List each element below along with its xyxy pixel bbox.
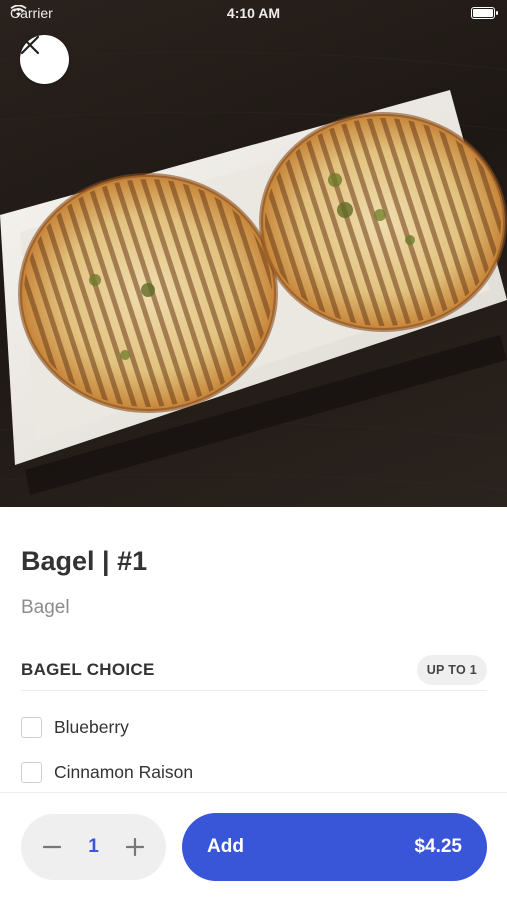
quantity-stepper: 1 xyxy=(21,814,166,880)
quantity-value: 1 xyxy=(88,836,99,857)
status-time: 4:10 AM xyxy=(226,5,281,21)
bagel-photo-illustration xyxy=(0,51,507,495)
add-to-order-button[interactable]: Add $4.25 xyxy=(182,813,487,881)
add-button-label: Add xyxy=(207,836,244,857)
item-title: Bagel | #1 xyxy=(21,546,148,576)
order-bar: 1 Add $4.25 xyxy=(0,792,507,900)
option-label: Blueberry xyxy=(54,716,129,737)
minus-icon xyxy=(43,845,61,849)
close-icon xyxy=(20,35,40,55)
close-button[interactable] xyxy=(20,35,69,84)
bagel-choice-section-header: BAGEL CHOICE UP TO 1 xyxy=(21,655,487,691)
item-photo: Carrier 4:10 AM xyxy=(0,0,507,507)
item-subtitle: Bagel xyxy=(21,597,70,618)
blueberry-checkbox[interactable] xyxy=(21,716,42,738)
plus-icon xyxy=(125,838,144,856)
decrease-quantity-button[interactable] xyxy=(39,834,65,860)
option-label: Cinnamon Raison xyxy=(54,761,194,782)
option-cinnamon-raison[interactable]: Cinnamon Raison xyxy=(21,760,193,784)
option-blueberry[interactable]: Blueberry xyxy=(21,715,129,739)
cinnamon-raison-checkbox[interactable] xyxy=(21,761,42,783)
battery-icon xyxy=(471,7,498,19)
increase-quantity-button[interactable] xyxy=(122,834,148,860)
selection-limit-badge: UP TO 1 xyxy=(416,655,487,685)
status-bar: Carrier 4:10 AM xyxy=(0,0,507,28)
section-title: BAGEL CHOICE xyxy=(21,660,155,679)
add-button-price: $4.25 xyxy=(414,836,462,857)
